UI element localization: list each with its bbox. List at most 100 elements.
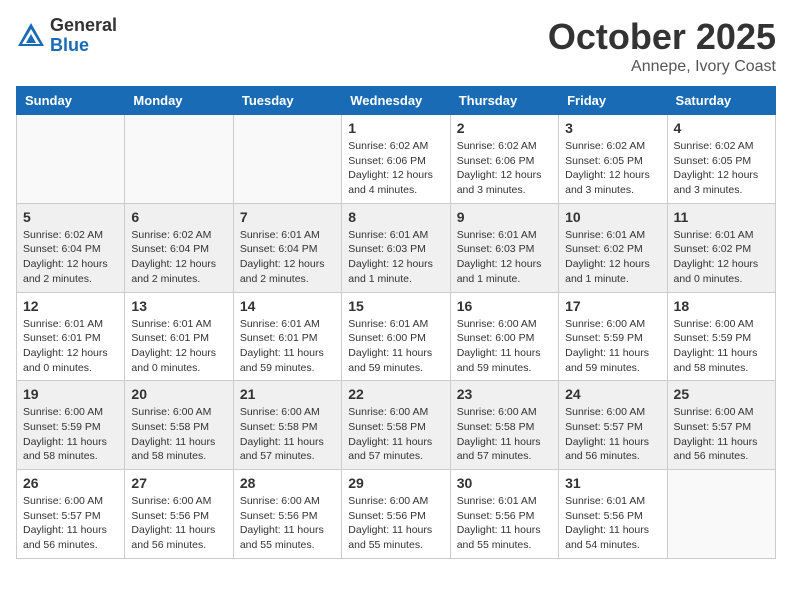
- day-info: Sunrise: 6:01 AM Sunset: 5:56 PM Dayligh…: [457, 494, 552, 553]
- day-info: Sunrise: 6:00 AM Sunset: 5:56 PM Dayligh…: [131, 494, 226, 553]
- calendar-row: 19Sunrise: 6:00 AM Sunset: 5:59 PM Dayli…: [17, 381, 776, 470]
- day-info: Sunrise: 6:01 AM Sunset: 6:01 PM Dayligh…: [131, 317, 226, 376]
- calendar-cell: 30 Sunrise: 6:01 AM Sunset: 5:56 PM Dayli…: [450, 470, 558, 559]
- weekday-header: Saturday: [667, 87, 775, 115]
- day-info: Sunrise: 6:00 AM Sunset: 5:58 PM Dayligh…: [131, 405, 226, 464]
- day-info: Sunrise: 6:01 AM Sunset: 6:02 PM Dayligh…: [565, 228, 660, 287]
- calendar-cell: 7 Sunrise: 6:01 AM Sunset: 6:04 PM Daylig…: [233, 203, 341, 292]
- calendar-cell: [17, 115, 125, 204]
- calendar-cell: 17 Sunrise: 6:00 AM Sunset: 5:59 PM Dayli…: [559, 292, 667, 381]
- day-info: Sunrise: 6:00 AM Sunset: 5:56 PM Dayligh…: [348, 494, 443, 553]
- calendar-cell: 24Sunrise: 6:00 AM Sunset: 5:57 PM Dayli…: [559, 381, 667, 470]
- calendar-cell: [233, 115, 341, 204]
- day-number: 25: [674, 386, 769, 402]
- day-number: 12: [23, 298, 118, 314]
- calendar-row: 26 Sunrise: 6:00 AM Sunset: 5:57 PM Dayli…: [17, 470, 776, 559]
- day-info: Sunrise: 6:00 AM Sunset: 5:57 PM Dayligh…: [23, 494, 118, 553]
- day-info: Sunrise: 6:00 AM Sunset: 5:58 PM Dayligh…: [240, 405, 335, 464]
- day-info: Sunrise: 6:01 AM Sunset: 5:56 PM Dayligh…: [565, 494, 660, 553]
- day-number: 21: [240, 386, 335, 402]
- logo-icon: [16, 21, 46, 51]
- day-info: Sunrise: 6:00 AM Sunset: 5:59 PM Dayligh…: [23, 405, 118, 464]
- day-info: Sunrise: 6:02 AM Sunset: 6:06 PM Dayligh…: [348, 139, 443, 198]
- calendar-header-row: SundayMondayTuesdayWednesdayThursdayFrid…: [17, 87, 776, 115]
- day-info: Sunrise: 6:00 AM Sunset: 5:59 PM Dayligh…: [565, 317, 660, 376]
- day-info: Sunrise: 6:00 AM Sunset: 5:59 PM Dayligh…: [674, 317, 769, 376]
- logo-blue-text: Blue: [50, 36, 117, 56]
- weekday-header: Monday: [125, 87, 233, 115]
- day-info: Sunrise: 6:01 AM Sunset: 6:03 PM Dayligh…: [348, 228, 443, 287]
- day-info: Sunrise: 6:02 AM Sunset: 6:06 PM Dayligh…: [457, 139, 552, 198]
- day-info: Sunrise: 6:00 AM Sunset: 5:56 PM Dayligh…: [240, 494, 335, 553]
- day-number: 6: [131, 209, 226, 225]
- calendar-cell: 5 Sunrise: 6:02 AM Sunset: 6:04 PM Daylig…: [17, 203, 125, 292]
- day-number: 5: [23, 209, 118, 225]
- day-number: 14: [240, 298, 335, 314]
- day-info: Sunrise: 6:02 AM Sunset: 6:04 PM Dayligh…: [23, 228, 118, 287]
- weekday-header: Sunday: [17, 87, 125, 115]
- day-number: 26: [23, 475, 118, 491]
- calendar-cell: [125, 115, 233, 204]
- day-info: Sunrise: 6:02 AM Sunset: 6:04 PM Dayligh…: [131, 228, 226, 287]
- day-info: Sunrise: 6:01 AM Sunset: 6:03 PM Dayligh…: [457, 228, 552, 287]
- calendar-cell: 10 Sunrise: 6:01 AM Sunset: 6:02 PM Dayli…: [559, 203, 667, 292]
- day-number: 30: [457, 475, 552, 491]
- day-number: 16: [457, 298, 552, 314]
- day-info: Sunrise: 6:01 AM Sunset: 6:01 PM Dayligh…: [23, 317, 118, 376]
- calendar-cell: 2Sunrise: 6:02 AM Sunset: 6:06 PM Daylig…: [450, 115, 558, 204]
- day-number: 17: [565, 298, 660, 314]
- day-number: 15: [348, 298, 443, 314]
- calendar-cell: 27 Sunrise: 6:00 AM Sunset: 5:56 PM Dayli…: [125, 470, 233, 559]
- calendar-row: 5 Sunrise: 6:02 AM Sunset: 6:04 PM Daylig…: [17, 203, 776, 292]
- day-number: 22: [348, 386, 443, 402]
- day-number: 4: [674, 120, 769, 136]
- day-info: Sunrise: 6:01 AM Sunset: 6:01 PM Dayligh…: [240, 317, 335, 376]
- logo-general-text: General: [50, 16, 117, 36]
- day-number: 31: [565, 475, 660, 491]
- day-info: Sunrise: 6:00 AM Sunset: 5:57 PM Dayligh…: [674, 405, 769, 464]
- day-number: 3: [565, 120, 660, 136]
- day-number: 27: [131, 475, 226, 491]
- calendar-cell: 21 Sunrise: 6:00 AM Sunset: 5:58 PM Dayli…: [233, 381, 341, 470]
- page-header: General Blue October 2025 Annepe, Ivory …: [16, 16, 776, 76]
- calendar-cell: 29 Sunrise: 6:00 AM Sunset: 5:56 PM Dayli…: [342, 470, 450, 559]
- calendar-row: 12 Sunrise: 6:01 AM Sunset: 6:01 PM Dayli…: [17, 292, 776, 381]
- day-info: Sunrise: 6:00 AM Sunset: 6:00 PM Dayligh…: [457, 317, 552, 376]
- day-info: Sunrise: 6:02 AM Sunset: 6:05 PM Dayligh…: [674, 139, 769, 198]
- calendar-cell: 14 Sunrise: 6:01 AM Sunset: 6:01 PM Dayli…: [233, 292, 341, 381]
- day-number: 8: [348, 209, 443, 225]
- weekday-header: Wednesday: [342, 87, 450, 115]
- calendar-cell: 9Sunrise: 6:01 AM Sunset: 6:03 PM Daylig…: [450, 203, 558, 292]
- calendar-cell: 6 Sunrise: 6:02 AM Sunset: 6:04 PM Daylig…: [125, 203, 233, 292]
- day-number: 10: [565, 209, 660, 225]
- day-number: 23: [457, 386, 552, 402]
- calendar-table: SundayMondayTuesdayWednesdayThursdayFrid…: [16, 86, 776, 559]
- calendar-cell: 19Sunrise: 6:00 AM Sunset: 5:59 PM Dayli…: [17, 381, 125, 470]
- calendar-cell: 13 Sunrise: 6:01 AM Sunset: 6:01 PM Dayli…: [125, 292, 233, 381]
- weekday-header: Thursday: [450, 87, 558, 115]
- day-number: 20: [131, 386, 226, 402]
- day-info: Sunrise: 6:00 AM Sunset: 5:58 PM Dayligh…: [457, 405, 552, 464]
- calendar-cell: 16 Sunrise: 6:00 AM Sunset: 6:00 PM Dayli…: [450, 292, 558, 381]
- day-number: 28: [240, 475, 335, 491]
- day-info: Sunrise: 6:01 AM Sunset: 6:04 PM Dayligh…: [240, 228, 335, 287]
- calendar-cell: 22Sunrise: 6:00 AM Sunset: 5:58 PM Dayli…: [342, 381, 450, 470]
- day-number: 24: [565, 386, 660, 402]
- calendar-cell: 3Sunrise: 6:02 AM Sunset: 6:05 PM Daylig…: [559, 115, 667, 204]
- calendar-cell: 12 Sunrise: 6:01 AM Sunset: 6:01 PM Dayli…: [17, 292, 125, 381]
- logo: General Blue: [16, 16, 117, 56]
- day-number: 13: [131, 298, 226, 314]
- weekday-header: Tuesday: [233, 87, 341, 115]
- calendar-cell: 31 Sunrise: 6:01 AM Sunset: 5:56 PM Dayli…: [559, 470, 667, 559]
- calendar-cell: 11Sunrise: 6:01 AM Sunset: 6:02 PM Dayli…: [667, 203, 775, 292]
- calendar-cell: 26 Sunrise: 6:00 AM Sunset: 5:57 PM Dayli…: [17, 470, 125, 559]
- day-number: 18: [674, 298, 769, 314]
- calendar-cell: 4 Sunrise: 6:02 AM Sunset: 6:05 PM Daylig…: [667, 115, 775, 204]
- day-number: 1: [348, 120, 443, 136]
- day-number: 29: [348, 475, 443, 491]
- day-number: 7: [240, 209, 335, 225]
- day-info: Sunrise: 6:01 AM Sunset: 6:02 PM Dayligh…: [674, 228, 769, 287]
- calendar-cell: [667, 470, 775, 559]
- weekday-header: Friday: [559, 87, 667, 115]
- calendar-cell: 25 Sunrise: 6:00 AM Sunset: 5:57 PM Dayli…: [667, 381, 775, 470]
